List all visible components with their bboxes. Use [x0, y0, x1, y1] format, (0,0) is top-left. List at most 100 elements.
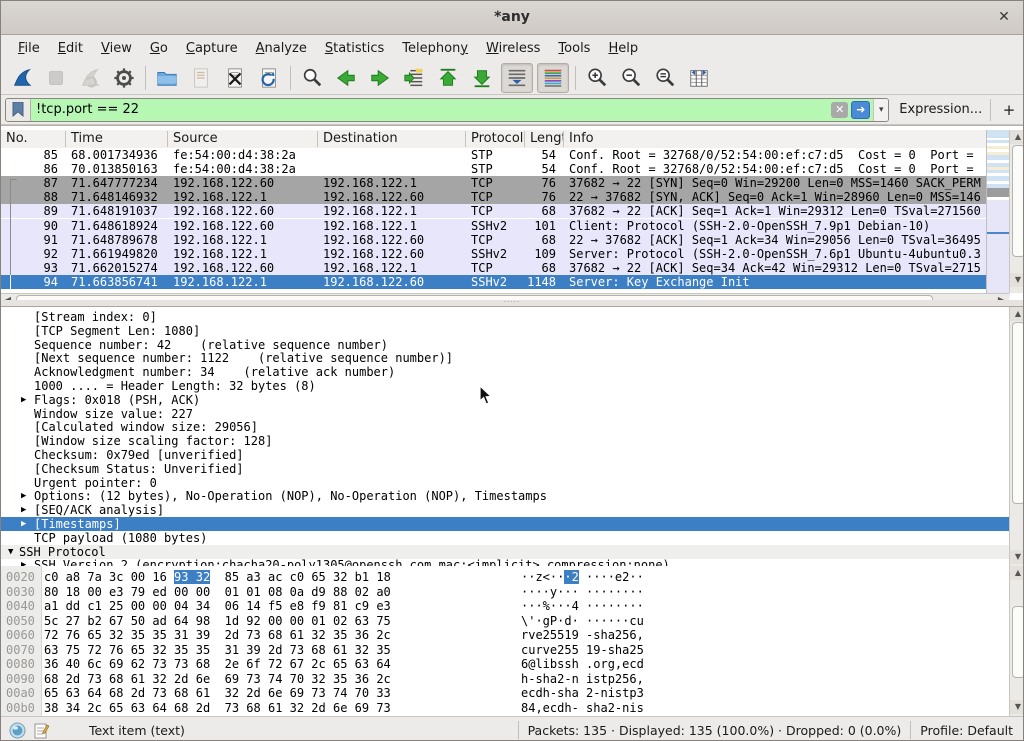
expand-icon[interactable]: ▶	[21, 503, 26, 517]
capture-start-button[interactable]	[7, 64, 37, 92]
hex-row[interactable]: 00a065 63 64 68 2d 73 68 61 32 2d 6e 69 …	[1, 686, 1009, 700]
detail-line[interactable]: TCP payload (1080 bytes)	[1, 531, 1009, 545]
auto-scroll-toggle[interactable]	[501, 63, 533, 93]
scroll-down-icon[interactable]: ▼	[1010, 700, 1023, 714]
scroll-up-icon[interactable]: ▲	[1010, 566, 1023, 580]
hex-row[interactable]: 00b038 34 2c 65 63 64 68 2d 73 68 61 32 …	[1, 701, 1009, 715]
scroll-down-icon[interactable]: ▼	[1010, 550, 1023, 564]
scroll-up-icon[interactable]: ▲	[1010, 130, 1024, 144]
colorize-toggle[interactable]	[537, 63, 569, 93]
hex-ascii[interactable]: ecdh-sha 2-nistp3	[521, 686, 644, 700]
column-header-length[interactable]: Length	[525, 130, 564, 148]
column-header-time[interactable]: Time	[66, 130, 168, 148]
hex-row[interactable]: 0040a1 dd c1 25 00 00 04 34 06 14 f5 e8 …	[1, 599, 1009, 613]
hex-ascii[interactable]: ··z<···2 ····e2··	[521, 570, 644, 584]
packet-row[interactable]: 8971.648191037192.168.122.60192.168.122.…	[1, 204, 1009, 218]
expand-icon[interactable]: ▶	[21, 489, 26, 503]
capture-restart-button[interactable]	[75, 64, 105, 92]
detail-line[interactable]: Acknowledgment number: 34 (relative ack …	[1, 365, 1009, 379]
go-last-button[interactable]	[467, 64, 497, 92]
column-header-no[interactable]: No.	[1, 130, 66, 148]
hex-bytes[interactable]: 63 75 72 76 65 32 35 35 31 39 2d 73 68 6…	[44, 643, 391, 657]
detail-line[interactable]: [Calculated window size: 29056]	[1, 420, 1009, 434]
hex-row[interactable]: 007063 75 72 76 65 32 35 35 31 39 2d 73 …	[1, 643, 1009, 657]
capture-comment-icon[interactable]	[34, 722, 49, 739]
hex-ascii[interactable]: 84,ecdh- sha2-nis	[521, 701, 644, 715]
capture-options-button[interactable]	[109, 64, 139, 92]
detail-line[interactable]: ▶[SEQ/ACK analysis]	[1, 503, 1009, 517]
detail-line[interactable]: [Checksum Status: Unverified]	[1, 462, 1009, 476]
hex-ascii[interactable]: rve25519 -sha256,	[521, 628, 644, 642]
detail-line[interactable]: Checksum: 0x79ed [unverified]	[1, 448, 1009, 462]
reload-button[interactable]	[254, 64, 284, 92]
packet-row[interactable]: 8670.013850163fe:54:00:d4:38:2aSTP54Conf…	[1, 162, 1009, 176]
detail-line[interactable]: ▼SSH Protocol	[1, 545, 1009, 559]
collapse-icon[interactable]: ▼	[8, 545, 13, 559]
menu-view[interactable]: View	[92, 38, 141, 59]
find-packet-button[interactable]	[297, 64, 327, 92]
vscroll-thumb[interactable]	[1012, 145, 1024, 257]
packet-row[interactable]: 9371.662015274192.168.122.60192.168.122.…	[1, 261, 1009, 275]
menu-edit[interactable]: Edit	[49, 38, 92, 59]
vscroll-thumb[interactable]	[1012, 606, 1023, 678]
packet-row[interactable]: 9471.663856741192.168.122.1192.168.122.6…	[1, 275, 1009, 289]
hex-bytes[interactable]: 5c 27 b2 67 50 ad 64 98 1d 92 00 00 01 0…	[44, 614, 391, 628]
filter-input[interactable]: !tcp.port == 22	[31, 102, 831, 117]
hex-ascii[interactable]: h-sha2-n istp256,	[521, 672, 644, 686]
hex-row[interactable]: 003080 18 00 e3 79 ed 00 00 01 01 08 0a …	[1, 585, 1009, 599]
hex-bytes[interactable]: 72 76 65 32 35 35 31 39 2d 73 68 61 32 3…	[44, 628, 391, 642]
column-separator[interactable]	[524, 131, 525, 147]
resize-columns-button[interactable]	[684, 64, 714, 92]
expand-icon[interactable]: ▶	[21, 517, 26, 531]
menu-file[interactable]: File	[9, 38, 49, 59]
filter-apply-button[interactable]: ➜	[851, 101, 870, 119]
column-header-destination[interactable]: Destination	[318, 130, 466, 148]
menu-tools[interactable]: Tools	[549, 38, 599, 59]
menu-capture[interactable]: Capture	[177, 38, 247, 59]
hex-bytes[interactable]: 68 2d 73 68 61 32 2d 6e 69 73 74 70 32 3…	[44, 672, 391, 686]
zoom-in-button[interactable]	[582, 64, 612, 92]
scroll-down-icon[interactable]: ▼	[1010, 273, 1024, 287]
titlebar[interactable]: *any ✕	[1, 1, 1023, 35]
detail-line[interactable]: [TCP Segment Len: 1080]	[1, 324, 1009, 338]
hex-bytes[interactable]: c0 a8 7a 3c 00 16 93 32 85 a3 ac c0 65 3…	[44, 570, 391, 584]
menu-wireless[interactable]: Wireless	[477, 38, 549, 59]
filter-bookmark-button[interactable]	[6, 99, 31, 121]
display-filter-field[interactable]: !tcp.port == 22 ✕ ➜ ▾	[5, 98, 889, 122]
hex-ascii[interactable]: 6@libssh .org,ecd	[521, 657, 644, 671]
column-header-protocol[interactable]: Protocol	[466, 130, 525, 148]
hex-bytes[interactable]: 38 34 2c 65 63 64 68 2d 73 68 61 32 2d 6…	[44, 701, 391, 715]
menu-analyze[interactable]: Analyze	[247, 38, 316, 59]
column-separator[interactable]	[563, 131, 564, 147]
hex-row[interactable]: 0020c0 a8 7a 3c 00 16 93 32 85 a3 ac c0 …	[1, 570, 1009, 584]
column-header-info[interactable]: Info	[564, 130, 986, 148]
column-separator[interactable]	[65, 131, 66, 147]
hex-selected-bytes[interactable]: 93 32	[174, 570, 210, 584]
detail-line[interactable]: [Window size scaling factor: 128]	[1, 434, 1009, 448]
column-separator[interactable]	[317, 131, 318, 147]
packet-list-header[interactable]: No.TimeSourceDestinationProtocolLengthIn…	[1, 130, 1009, 149]
hex-bytes[interactable]: 80 18 00 e3 79 ed 00 00 01 01 08 0a d9 8…	[44, 585, 391, 599]
filter-clear-button[interactable]: ✕	[831, 102, 848, 118]
file-open-button[interactable]	[152, 64, 182, 92]
file-save-button[interactable]	[186, 64, 216, 92]
hex-bytes[interactable]: a1 dd c1 25 00 00 04 34 06 14 f5 e8 f9 8…	[44, 599, 391, 613]
packet-row[interactable]: 8871.648146932192.168.122.1192.168.122.6…	[1, 190, 1009, 204]
detail-line[interactable]: Urgent pointer: 0	[1, 476, 1009, 490]
detail-line[interactable]: [Stream index: 0]	[1, 310, 1009, 324]
detail-line[interactable]: 1000 .... = Header Length: 32 bytes (8)	[1, 379, 1009, 393]
packet-row[interactable]: 9171.648789678192.168.122.1192.168.122.6…	[1, 233, 1009, 247]
detail-line[interactable]: ▶Flags: 0x018 (PSH, ACK)	[1, 393, 1009, 407]
menu-help[interactable]: Help	[599, 38, 647, 59]
column-header-source[interactable]: Source	[168, 130, 318, 148]
menu-go[interactable]: Go	[141, 38, 177, 59]
hex-ascii[interactable]: ···%···4 ········	[521, 599, 644, 613]
detail-line[interactable]: Window size value: 227	[1, 407, 1009, 421]
packet-row[interactable]: 9071.648618924192.168.122.60192.168.122.…	[1, 219, 1009, 233]
scroll-up-icon[interactable]: ▲	[1010, 307, 1023, 321]
intelligent-scrollbar-minimap[interactable]	[986, 130, 1010, 293]
hex-row[interactable]: 00505c 27 b2 67 50 ad 64 98 1d 92 00 00 …	[1, 614, 1009, 628]
hex-row[interactable]: 008036 40 6c 69 62 73 73 68 2e 6f 72 67 …	[1, 657, 1009, 671]
zoom-out-button[interactable]	[616, 64, 646, 92]
hex-row[interactable]: 006072 76 65 32 35 35 31 39 2d 73 68 61 …	[1, 628, 1009, 642]
